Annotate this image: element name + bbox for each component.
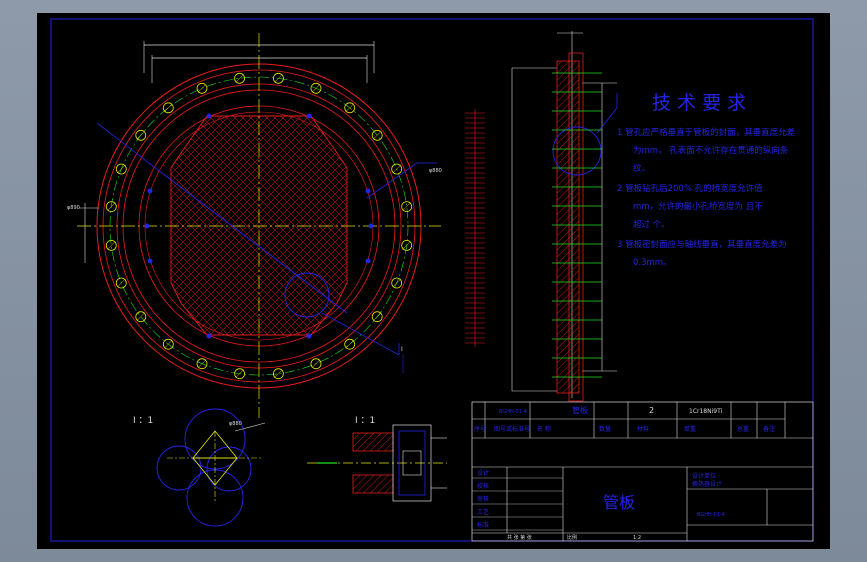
part-name-small: 管板 bbox=[572, 405, 588, 415]
title-block-header-cell: 单重 bbox=[684, 425, 696, 433]
cad-viewport[interactable]: I 技 术 要 求 1 管孔应严格垂直于管板的封面，其垂直度允差为mm， 孔表面… bbox=[37, 13, 830, 549]
cad-drawing: I 技 术 要 求 1 管孔应严格垂直于管板的封面，其垂直度允差为mm， 孔表面… bbox=[50, 18, 814, 542]
part-code-top: BGHH-01-4 bbox=[499, 409, 527, 415]
view-marker-label: I bbox=[401, 346, 403, 353]
title-block-header-cell: 图号或标准号 bbox=[494, 425, 530, 433]
requirement-line: mm，允许的最小孔桥宽度为 且不 bbox=[633, 201, 763, 212]
dimension-ladder bbox=[465, 109, 485, 347]
requirement-line: 超过 个。 bbox=[633, 219, 670, 230]
detail-view-b: I ：1 bbox=[307, 416, 447, 502]
title-block: 设计校核审核工艺标准 BGHH-01-4 管板 2 1Cr18Ni9Ti 序号图… bbox=[471, 401, 814, 542]
title-block-header-cell: 备注 bbox=[763, 425, 775, 433]
part-name-big: 管板 bbox=[603, 493, 635, 512]
requirement-line: 纹。 bbox=[633, 163, 650, 174]
requirement-line: 3 管板密封面应与轴线垂直，其垂直度允差为 bbox=[617, 239, 787, 250]
approval-row-label: 标准 bbox=[477, 521, 489, 529]
requirement-line: 1 管孔应严格垂直于管板的封面，其垂直度允差 bbox=[617, 127, 795, 138]
detail-a-note: φ880 bbox=[229, 421, 242, 427]
tech-requirements: 技 术 要 求 1 管孔应严格垂直于管板的封面，其垂直度允差为mm， 孔表面不允… bbox=[617, 92, 795, 268]
detail-a-scale: I ：1 bbox=[133, 416, 153, 426]
company-line-1: 设计单位 bbox=[692, 472, 716, 480]
detail-b-scale: I ：1 bbox=[355, 416, 375, 426]
approval-row-label: 校核 bbox=[477, 482, 489, 490]
quantity: 2 bbox=[649, 406, 654, 415]
approval-row-label: 设计 bbox=[477, 469, 489, 477]
tech-requirements-title: 技 术 要 求 bbox=[652, 92, 746, 114]
leader-dimension-label: φ880 bbox=[429, 168, 442, 174]
tubesheet-front-view: I bbox=[77, 33, 441, 418]
scale-label: 比例 bbox=[567, 534, 577, 541]
title-block-header-cell: 名 称 bbox=[537, 425, 551, 433]
title-block-header-cell: 总重 bbox=[737, 425, 749, 433]
title-block-header-cell: 数量 bbox=[599, 425, 611, 433]
title-block-header-cell: 序号 bbox=[474, 425, 486, 433]
requirement-line: 2 管板钻孔后200% 孔的桥宽度允许值 bbox=[617, 183, 763, 194]
title-block-header-cell: 材料 bbox=[637, 425, 649, 433]
left-dimension-label: φ890 bbox=[67, 205, 80, 211]
approval-row-label: 审核 bbox=[477, 495, 489, 503]
requirement-line: 为mm， 孔表面不允许存在贯通的纵向条 bbox=[633, 145, 789, 156]
requirement-line: 0.3mm。 bbox=[633, 258, 672, 268]
material-spec: 1Cr18Ni9Ti bbox=[689, 408, 723, 415]
sheet-info: 共 张 第 张 bbox=[507, 534, 532, 541]
drawing-number: BGHH-01-4 bbox=[697, 512, 725, 518]
tubesheet-side-section bbox=[511, 31, 618, 402]
detail-view-a: I ：1 φ880 bbox=[133, 408, 266, 527]
approval-row-label: 工艺 bbox=[477, 508, 489, 516]
company-line-2: 换热器设计 bbox=[692, 480, 722, 488]
scale-value: 1:2 bbox=[633, 535, 641, 541]
